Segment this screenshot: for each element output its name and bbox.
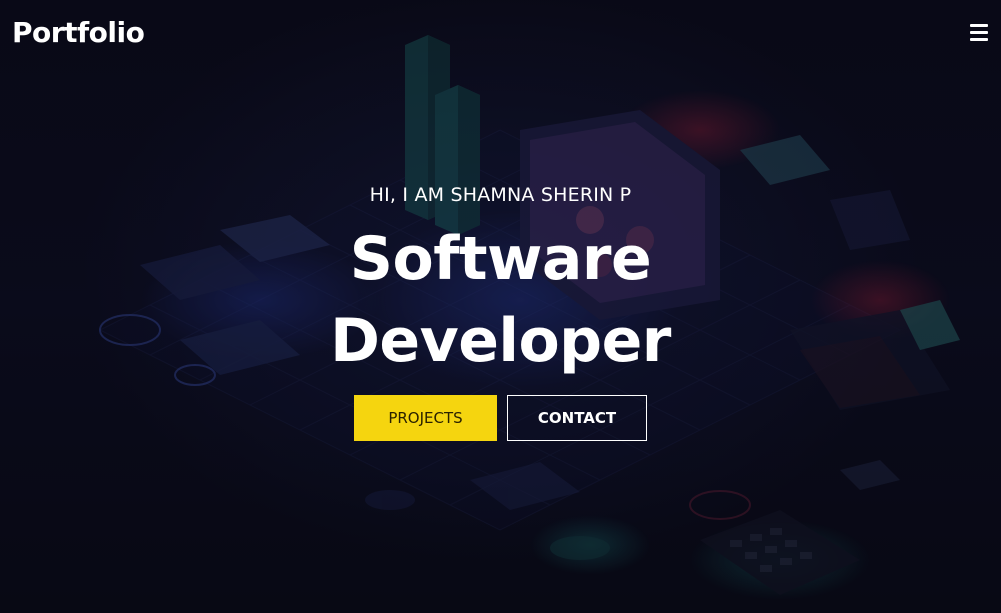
projects-button[interactable]: PROJECTS — [354, 395, 497, 441]
hero-buttons: PROJECTS CONTACT — [0, 395, 1001, 441]
hamburger-menu-icon[interactable] — [970, 24, 990, 42]
brand-logo-link[interactable]: Portfolio — [12, 16, 145, 49]
menu-bar-top — [970, 24, 988, 27]
hero-greeting: HI, I AM SHAMNA SHERIN P — [369, 184, 632, 206]
menu-bar-middle — [970, 31, 988, 34]
hero-title: Software Developer — [0, 218, 1001, 382]
top-navbar: Portfolio — [0, 0, 1001, 72]
hero-section: Portfolio HI, I AM SHAMNA SHERIN P Softw… — [0, 0, 1001, 613]
hero-title-line-1: Software — [349, 224, 652, 294]
contact-button[interactable]: CONTACT — [507, 395, 647, 441]
hero-content: HI, I AM SHAMNA SHERIN P Software Develo… — [0, 184, 1001, 441]
hero-title-line-2: Developer — [330, 306, 671, 376]
menu-bar-bottom — [970, 38, 988, 41]
